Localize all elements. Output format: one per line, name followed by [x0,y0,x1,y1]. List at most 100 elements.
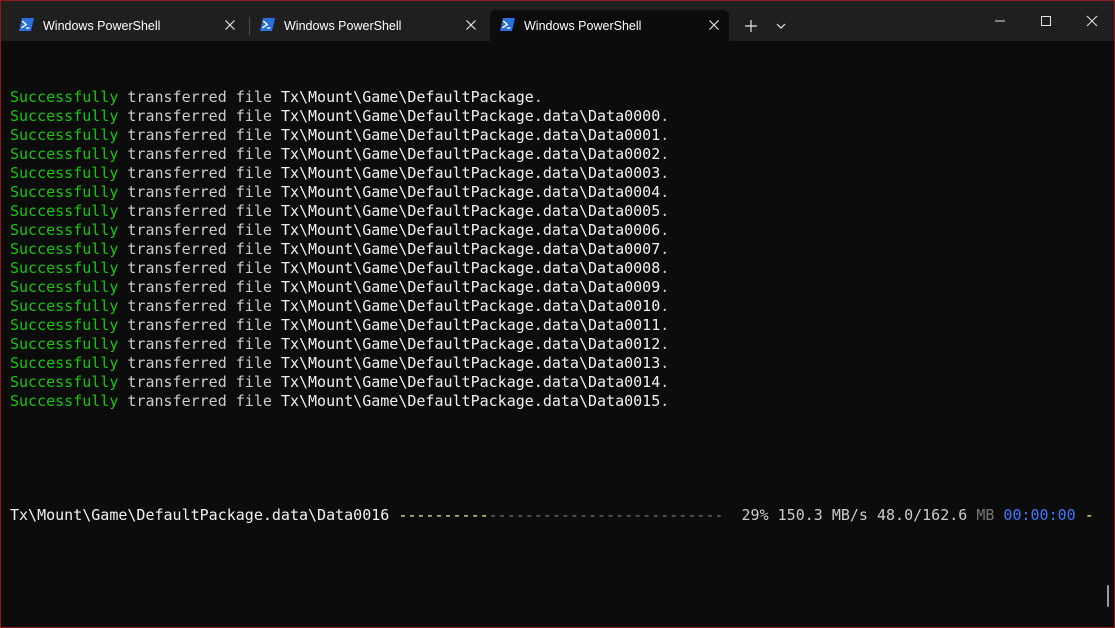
log-status: Successfully [10,88,119,106]
log-action: transferred file [127,221,272,239]
log-path: Tx\Mount\Game\DefaultPackage.data\Data00… [280,335,661,353]
progress-bar-done: ---------- [398,506,489,524]
log-end: . [660,107,670,125]
log-action: transferred file [127,202,272,220]
log-status: Successfully [10,297,119,315]
log-line: Successfully transferred file Tx\Mount\G… [10,145,1114,164]
progress-size: 48.0/162.6 [876,506,968,524]
log-path: Tx\Mount\Game\DefaultPackage.data\Data00… [280,259,661,277]
log-path: Tx\Mount\Game\DefaultPackage.data\Data00… [280,107,661,125]
log-action: transferred file [127,107,272,125]
maximize-icon [1041,16,1051,26]
log-path: Tx\Mount\Game\DefaultPackage.data\Data00… [280,392,661,410]
progress-eta: 00:00:00 [1003,506,1076,524]
log-path: Tx\Mount\Game\DefaultPackage.data\Data00… [280,316,661,334]
log-path: Tx\Mount\Game\DefaultPackage.data\Data00… [280,373,661,391]
log-line: Successfully transferred file Tx\Mount\G… [10,354,1114,373]
log-line: Successfully transferred file Tx\Mount\G… [10,316,1114,335]
log-line: Successfully transferred file Tx\Mount\G… [10,278,1114,297]
tab-label: Windows PowerShell [284,19,402,33]
log-action: transferred file [127,164,272,182]
close-window-button[interactable] [1069,1,1114,41]
log-end: . [660,316,670,334]
log-line: Successfully transferred file Tx\Mount\G… [10,126,1114,145]
tab-label: Windows PowerShell [43,19,161,33]
terminal-output[interactable]: Successfully transferred file Tx\Mount\G… [1,41,1114,627]
log-path: Tx\Mount\Game\DefaultPackage.data\Data00… [280,297,661,315]
log-line: Successfully transferred file Tx\Mount\G… [10,221,1114,240]
log-status: Successfully [10,278,119,296]
scrollbar-thumb[interactable] [1107,585,1109,607]
progress-spinner: - [1084,506,1094,524]
minimize-icon [995,20,1005,22]
maximize-button[interactable] [1023,1,1069,41]
log-end: . [660,164,670,182]
log-end: . [660,259,670,277]
log-line: Successfully transferred file Tx\Mount\G… [10,107,1114,126]
log-status: Successfully [10,316,119,334]
log-status: Successfully [10,183,119,201]
progress-line: Tx\Mount\Game\DefaultPackage.data\Data00… [10,506,1114,525]
log-end: . [660,373,670,391]
log-status: Successfully [10,259,119,277]
log-path: Tx\Mount\Game\DefaultPackage.data\Data00… [280,202,661,220]
powershell-icon [500,18,515,31]
log-status: Successfully [10,335,119,353]
log-action: transferred file [127,278,272,296]
log-status: Successfully [10,126,119,144]
log-line: Successfully transferred file Tx\Mount\G… [10,183,1114,202]
log-status: Successfully [10,145,119,163]
log-action: transferred file [127,335,272,353]
close-icon[interactable] [223,18,237,32]
log-action: transferred file [127,183,272,201]
log-status: Successfully [10,107,119,125]
chevron-down-icon[interactable] [769,14,793,38]
log-line: Successfully transferred file Tx\Mount\G… [10,88,1114,107]
log-action: transferred file [127,297,272,315]
tab-powershell-2[interactable]: Windows PowerShell [250,10,486,41]
log-path: Tx\Mount\Game\DefaultPackage.data\Data00… [280,183,661,201]
log-end: . [660,278,670,296]
log-end: . [660,240,670,258]
log-path: Tx\Mount\Game\DefaultPackage.data\Data00… [280,164,661,182]
log-end: . [533,88,543,106]
log-line: Successfully transferred file Tx\Mount\G… [10,297,1114,316]
log-action: transferred file [127,126,272,144]
log-status: Successfully [10,202,119,220]
log-line: Successfully transferred file Tx\Mount\G… [10,373,1114,392]
close-icon[interactable] [464,18,478,32]
progress-file: Tx\Mount\Game\DefaultPackage.data\Data00… [10,506,390,524]
log-end: . [660,202,670,220]
title-bar: Windows PowerShell Windows PowerShell Wi… [1,1,1114,41]
tab-powershell-1[interactable]: Windows PowerShell [9,10,245,41]
log-status: Successfully [10,373,119,391]
log-line: Successfully transferred file Tx\Mount\G… [10,240,1114,259]
log-path: Tx\Mount\Game\DefaultPackage.data\Data00… [280,354,661,372]
log-status: Successfully [10,164,119,182]
powershell-icon [260,18,275,31]
powershell-icon [19,18,34,31]
log-action: transferred file [127,392,272,410]
log-path: Tx\Mount\Game\DefaultPackage.data\Data00… [280,221,661,239]
log-end: . [660,183,670,201]
log-end: . [660,392,670,410]
log-end: . [660,354,670,372]
log-path: Tx\Mount\Game\DefaultPackage.data\Data00… [280,145,661,163]
log-line: Successfully transferred file Tx\Mount\G… [10,164,1114,183]
log-action: transferred file [127,259,272,277]
plus-icon[interactable] [739,14,763,38]
minimize-button[interactable] [977,1,1023,41]
log-status: Successfully [10,354,119,372]
transfer-log: Successfully transferred file Tx\Mount\G… [10,88,1114,411]
tab-powershell-3-active[interactable]: Windows PowerShell [490,10,729,41]
log-path: Tx\Mount\Game\DefaultPackage.data\Data00… [280,126,661,144]
close-icon[interactable] [707,18,721,32]
terminal-window: Windows PowerShell Windows PowerShell Wi… [0,0,1115,628]
log-end: . [660,145,670,163]
log-line: Successfully transferred file Tx\Mount\G… [10,335,1114,354]
progress-speed: 150.3 MB/s [777,506,868,524]
log-action: transferred file [127,88,272,106]
log-status: Successfully [10,221,119,239]
progress-percent: 29% [741,506,769,524]
